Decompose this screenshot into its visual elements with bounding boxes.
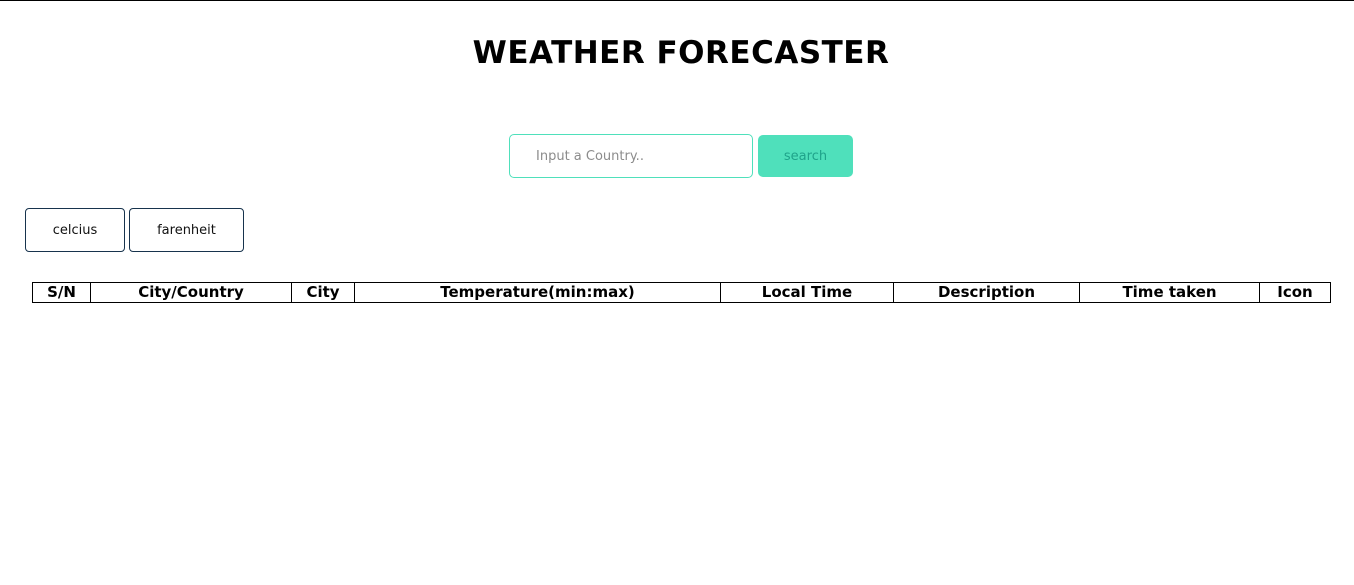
farenheit-button[interactable]: farenheit [129, 208, 244, 252]
column-header-icon: Icon [1259, 282, 1331, 303]
weather-forecaster-page: WEATHER FORECASTER search celcius farenh… [0, 0, 1354, 585]
column-header-description: Description [893, 282, 1080, 303]
column-header-city-country: City/Country [90, 282, 292, 303]
column-header-time-taken: Time taken [1079, 282, 1260, 303]
table-header-row: S/N City/Country City Temperature(min:ma… [32, 282, 1331, 303]
column-header-temperature: Temperature(min:max) [354, 282, 721, 303]
page-title: WEATHER FORECASTER [472, 35, 890, 71]
country-search-input[interactable] [509, 134, 753, 178]
column-header-city: City [291, 282, 355, 303]
weather-results-table: S/N City/Country City Temperature(min:ma… [32, 282, 1331, 303]
celcius-button[interactable]: celcius [25, 208, 125, 252]
column-header-sn: S/N [32, 282, 91, 303]
search-button[interactable]: search [758, 135, 853, 177]
column-header-local-time: Local Time [720, 282, 894, 303]
